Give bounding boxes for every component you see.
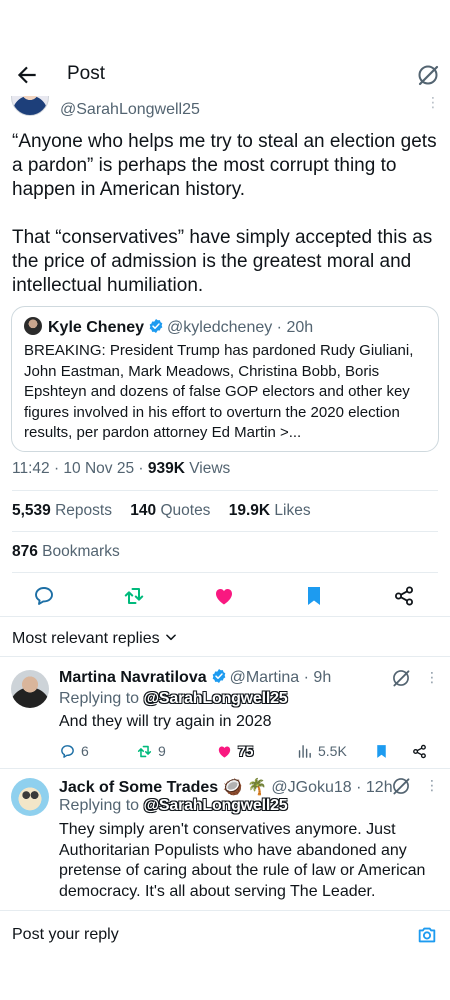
views-icon	[298, 744, 311, 758]
reply-input[interactable]: Post your reply	[12, 926, 119, 944]
replies-sort-label: Most relevant replies	[12, 630, 160, 647]
like-count: 75	[238, 743, 254, 759]
mention-link[interactable]: @SarahLongwell25	[144, 797, 288, 815]
post-time: 11:42 · 10 Nov 25 ·	[12, 460, 148, 477]
views-label: Views	[184, 460, 231, 477]
comment-icon	[61, 744, 74, 758]
repost-icon[interactable]	[122, 584, 146, 608]
reply-author-name[interactable]: Jack of Some Trades	[59, 779, 218, 796]
reply-composer[interactable]: Post your reply	[0, 910, 450, 958]
reply-item[interactable]: Martina Navratilova @Martina · 9h ⋮ Repl…	[0, 656, 450, 768]
divider	[0, 616, 450, 617]
reply-like-button[interactable]: 75	[216, 740, 253, 762]
reply-item[interactable]: Jack of Some Trades 🥥 🌴 @JGoku18 · 12h ⋮…	[0, 768, 450, 908]
reply-action-bar: 6 9 75 5.5K	[59, 740, 439, 762]
engagement-stats: 5,539 Reposts 140 Quotes 19.9K Likes	[12, 502, 325, 520]
quotes-stat[interactable]: 140 Quotes	[130, 502, 210, 519]
bookmark-icon	[377, 744, 386, 758]
like-icon	[218, 746, 231, 758]
reply-author-meta: @Martina · 9h	[229, 669, 332, 686]
repost-icon	[137, 745, 152, 757]
comment-count: 6	[81, 743, 89, 759]
reply-author-name[interactable]: Martina Navratilova	[59, 669, 207, 686]
post-action-bar	[0, 582, 450, 610]
divider	[12, 572, 438, 573]
comment-icon[interactable]	[32, 584, 56, 608]
reply-header: Martina Navratilova @Martina · 9h	[59, 668, 331, 687]
name-emoji: 🥥 🌴	[222, 779, 267, 796]
likes-stat[interactable]: 19.9K Likes	[229, 502, 311, 519]
post-timestamp: 11:42 · 10 Nov 25 · 939K Views	[12, 460, 230, 478]
more-options-icon[interactable]: ⋮	[426, 96, 440, 111]
views-count: 939K	[147, 460, 185, 477]
grok-icon[interactable]	[391, 668, 411, 688]
reposts-stat[interactable]: 5,539 Reposts	[12, 502, 112, 519]
share-icon[interactable]	[392, 584, 416, 608]
camera-icon[interactable]	[416, 924, 438, 946]
avatar	[24, 317, 42, 335]
page-title: Post	[67, 63, 106, 84]
quoted-post-text: BREAKING: President Trump has pardoned R…	[24, 342, 414, 441]
mention-link[interactable]: @SarahLongwell25	[144, 690, 288, 708]
grok-icon[interactable]	[416, 63, 440, 87]
author-handle[interactable]: @SarahLongwell25	[60, 101, 200, 119]
divider	[12, 531, 438, 532]
bookmarks-stat[interactable]: 876 Bookmarks	[12, 543, 120, 561]
avatar[interactable]	[11, 670, 49, 708]
reply-header: Jack of Some Trades 🥥 🌴 @JGoku18 · 12h	[59, 777, 393, 797]
replies-sort-dropdown[interactable]: Most relevant replies	[12, 630, 178, 648]
more-options-icon[interactable]: ⋮	[425, 669, 439, 686]
verified-icon	[149, 319, 163, 333]
reply-comment-button[interactable]: 6	[59, 740, 89, 762]
quoted-post-header: Kyle Cheney @kyledcheney · 20h	[24, 317, 428, 337]
reply-author-meta: @JGoku18 · 12h	[271, 779, 393, 796]
post-author-row: @SarahLongwell25 ⋮	[0, 96, 450, 124]
views-count: 5.5K	[318, 743, 347, 759]
divider	[12, 490, 438, 491]
verified-icon	[212, 669, 225, 683]
reply-text: And they will try again in 2028	[59, 713, 272, 730]
grok-icon[interactable]	[391, 776, 411, 796]
like-icon[interactable]	[212, 584, 236, 608]
quoted-post-card[interactable]: Kyle Cheney @kyledcheney · 20h BREAKING:…	[11, 306, 439, 452]
reply-text: They simply aren't conservatives anymore…	[59, 821, 426, 900]
reply-views-button[interactable]: 5.5K	[296, 740, 347, 762]
quoted-author-name: Kyle Cheney	[48, 319, 145, 336]
reply-repost-button[interactable]: 9	[136, 740, 166, 762]
repost-count: 9	[158, 743, 166, 759]
more-options-icon[interactable]: ⋮	[425, 777, 439, 794]
reply-share-button[interactable]	[411, 740, 428, 762]
avatar[interactable]	[11, 778, 49, 816]
replying-to: Replying to @SarahLongwell25	[59, 797, 288, 815]
top-bar: Post	[0, 50, 450, 100]
share-icon	[413, 744, 426, 758]
avatar[interactable]	[11, 96, 49, 116]
bookmark-icon[interactable]	[302, 584, 326, 608]
chevron-down-icon	[165, 634, 176, 641]
reply-bookmark-button[interactable]	[373, 740, 390, 762]
post-text: “Anyone who helps me try to steal an ele…	[12, 131, 437, 296]
back-arrow-icon[interactable]	[14, 62, 40, 88]
replying-to: Replying to @SarahLongwell25	[59, 690, 288, 708]
quoted-author-meta: @kyledcheney · 20h	[167, 319, 314, 336]
